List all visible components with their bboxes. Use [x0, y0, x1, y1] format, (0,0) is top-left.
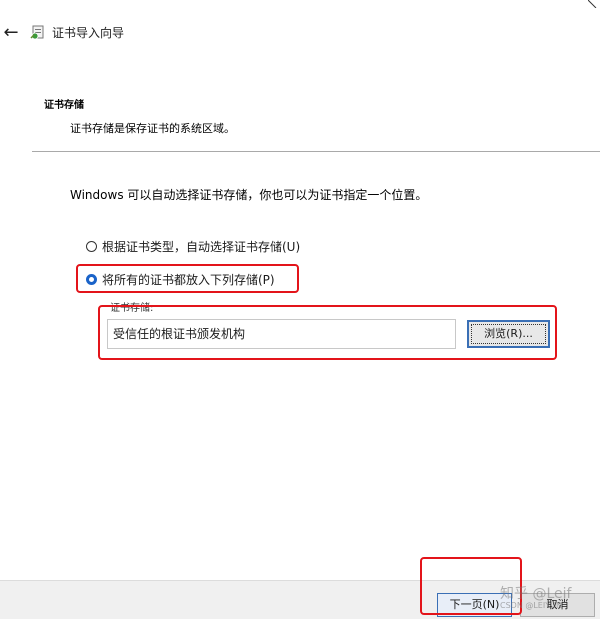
back-button[interactable]: ←: [0, 22, 22, 44]
certificate-wizard-icon: [30, 25, 44, 40]
back-arrow-icon: ←: [3, 22, 19, 43]
watermark-csdn: CSDN @LEIYUN: [500, 601, 562, 610]
intro-text: Windows 可以自动选择证书存储，你也可以为证书指定一个位置。: [70, 188, 428, 202]
watermark-zhihu: 知乎 @Leif: [500, 586, 572, 602]
radio-auto-label: 根据证书类型，自动选择证书存储(U): [102, 240, 301, 254]
radio-circle-unchecked[interactable]: [86, 241, 97, 252]
window-title: 证书导入向导: [52, 26, 125, 40]
close-icon[interactable]: [588, 0, 600, 8]
page-heading: 证书存储: [44, 100, 84, 111]
header-divider: [32, 151, 600, 152]
annotation-highlight-store: [98, 305, 557, 360]
page-subheading: 证书存储是保存证书的系统区域。: [70, 122, 235, 135]
radio-auto-select-store[interactable]: 根据证书类型，自动选择证书存储(U): [86, 238, 300, 255]
annotation-highlight-radio: [76, 264, 299, 293]
